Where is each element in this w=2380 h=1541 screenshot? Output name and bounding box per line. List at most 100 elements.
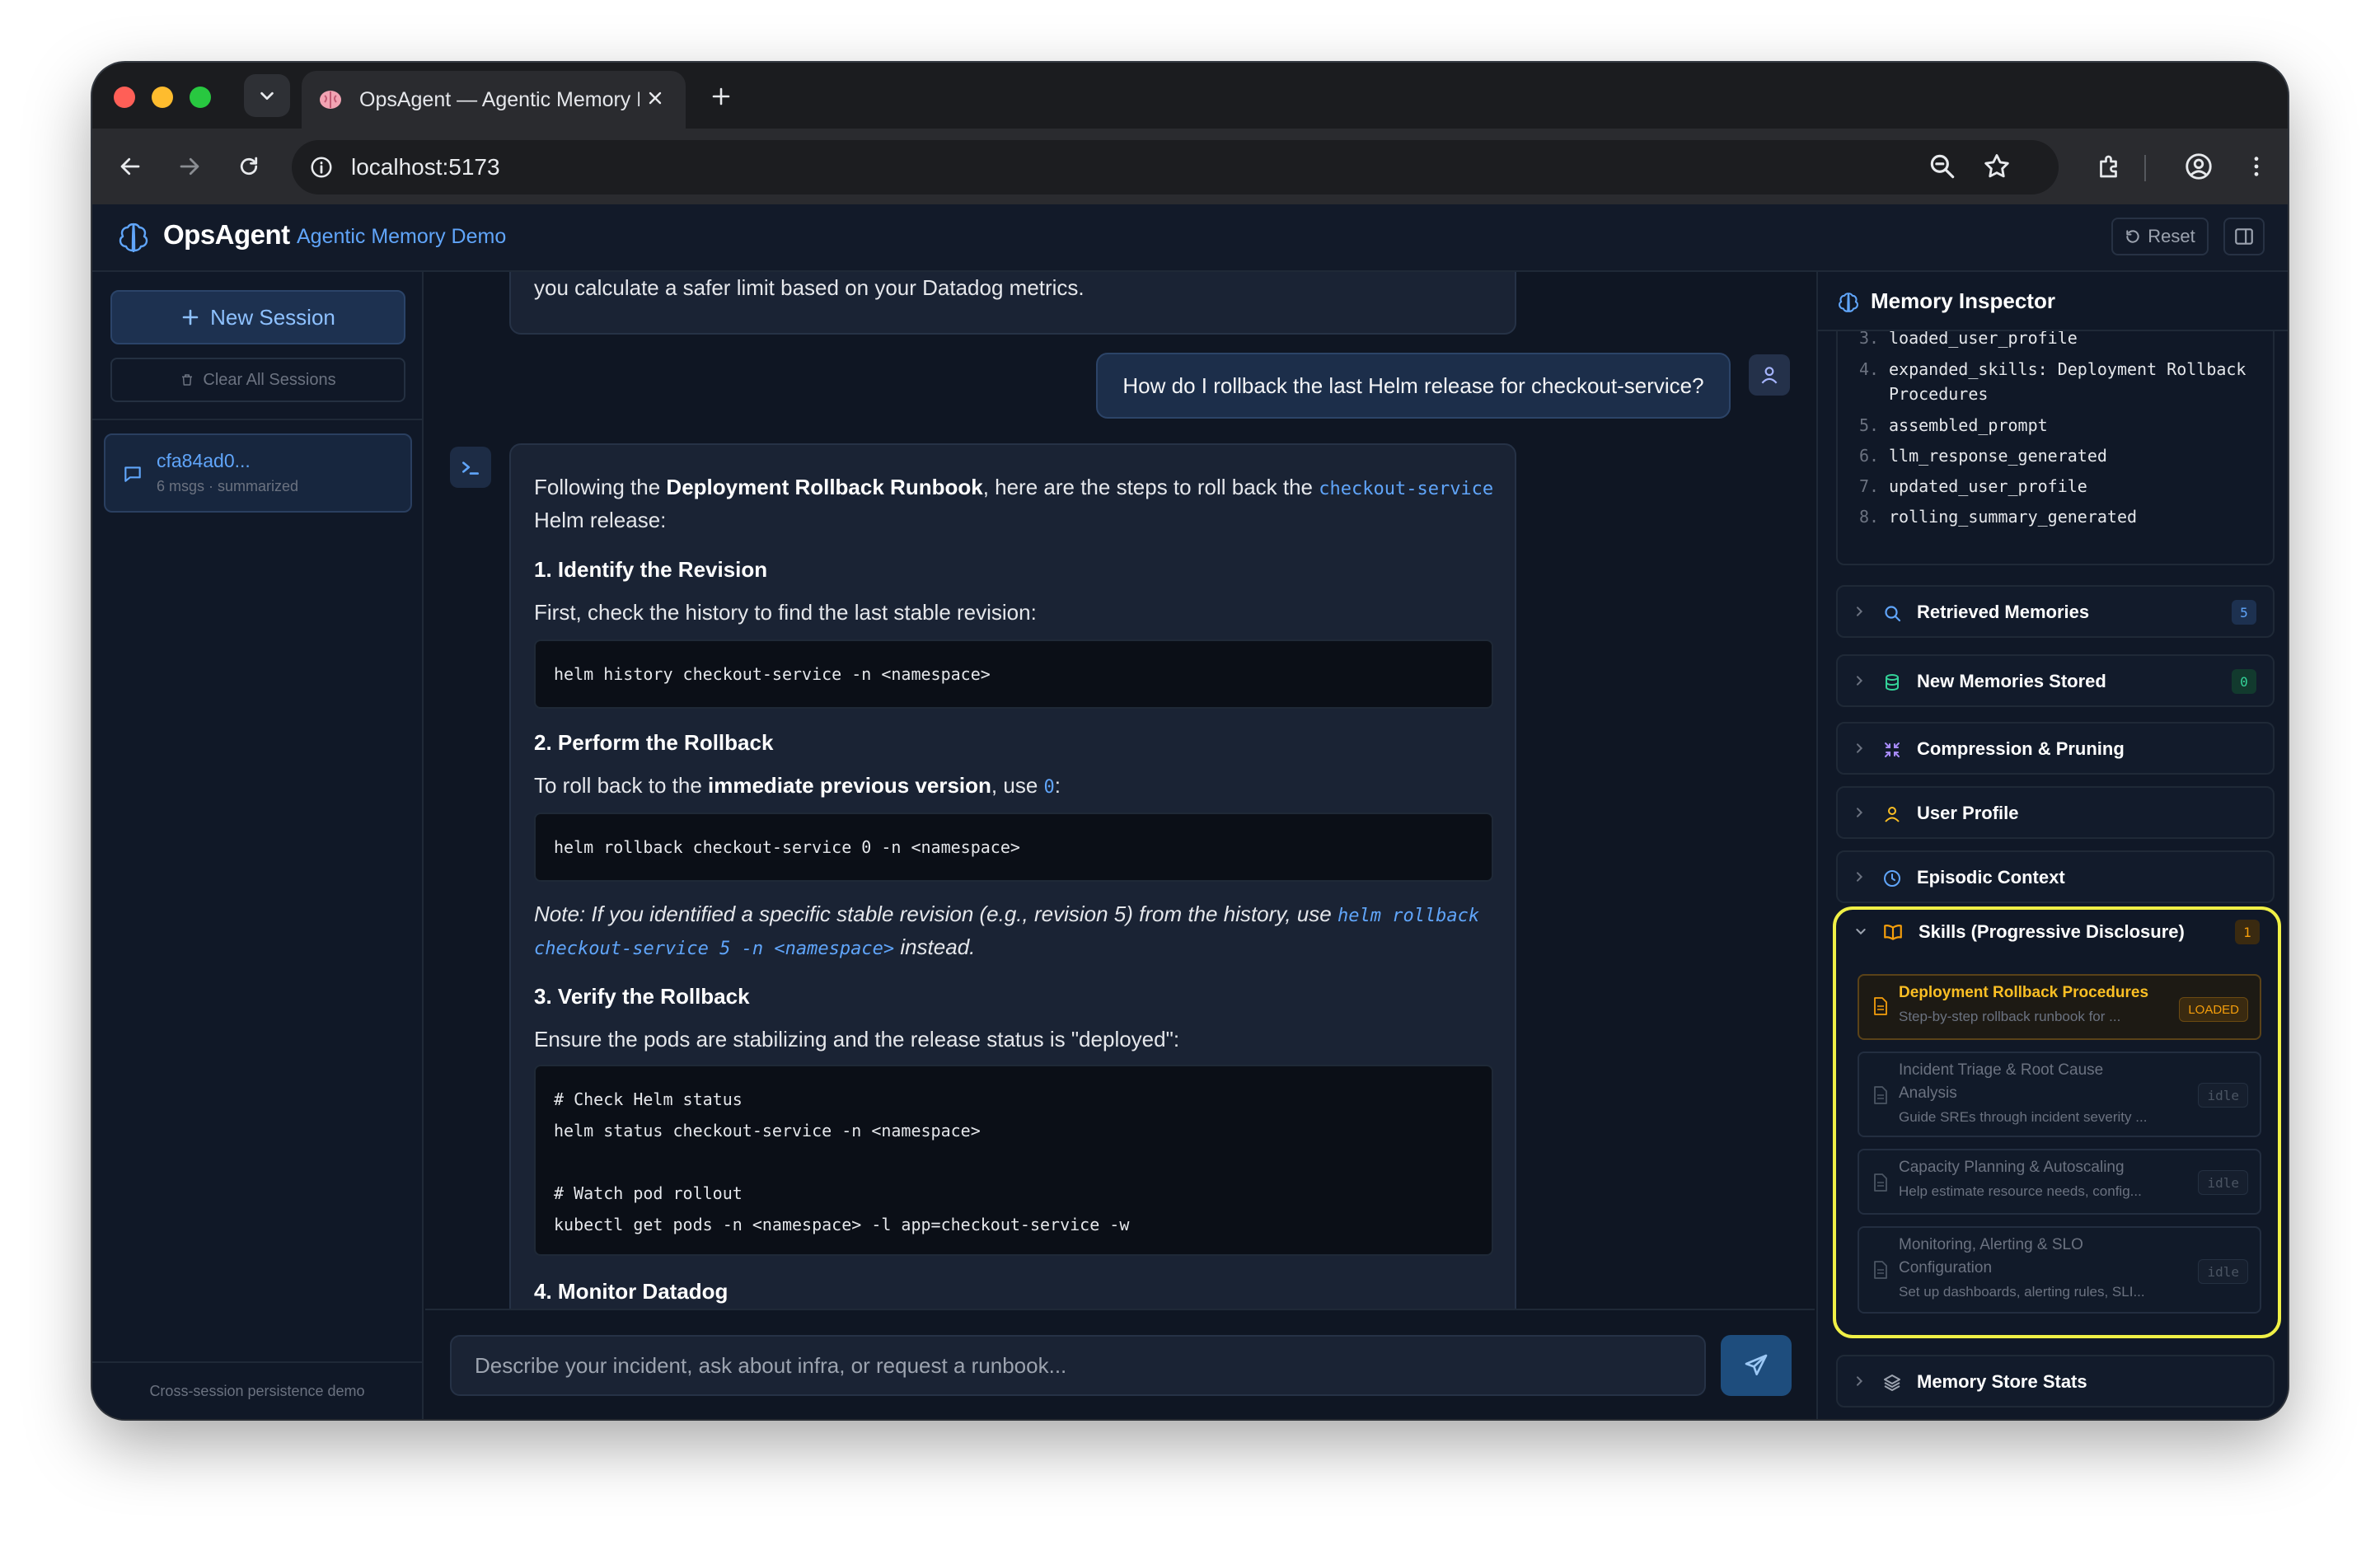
minimize-window-button[interactable] <box>152 87 173 108</box>
step-4-heading: 4. Monitor Datadog <box>534 1279 729 1304</box>
section-memory-store-stats[interactable]: Memory Store Stats <box>1836 1355 2275 1408</box>
code-line: helm rollback checkout-service 0 -n <nam… <box>554 837 1020 857</box>
brand-subtitle: Agentic Memory Demo <box>297 225 507 248</box>
step-1-text: First, check the history to find the las… <box>534 600 1037 625</box>
chevron-right-icon <box>1857 808 1863 817</box>
extensions-icon[interactable] <box>2090 147 2129 186</box>
new-session-button[interactable]: New Session <box>110 290 405 344</box>
code-line: # Check Helm status <box>554 1089 743 1109</box>
composer: Describe your incident, ask about infra,… <box>425 1309 1815 1419</box>
clear-all-sessions-button[interactable]: Clear All Sessions <box>110 358 405 402</box>
inline-code: 0 <box>1043 777 1055 798</box>
skill-card[interactable]: Capacity Planning & Autoscaling Help est… <box>1858 1149 2261 1215</box>
session-id: cfa84ad0... <box>157 450 251 471</box>
browser-window: OpsAgent — Agentic Memory Demo localhost… <box>92 63 2288 1419</box>
skill-card-loaded[interactable]: Deployment Rollback Procedures Step-by-s… <box>1858 974 2261 1040</box>
brain-icon <box>1839 293 1858 312</box>
skill-card[interactable]: Monitoring, Alerting & SLO Configuration… <box>1858 1226 2261 1314</box>
step-2-text: To roll back to the immediate previous v… <box>534 773 1061 799</box>
sidebar-divider <box>92 419 422 420</box>
intro-bold: Deployment Rollback Runbook <box>666 475 983 499</box>
intro-text: Following the <box>534 475 667 499</box>
address-bar[interactable]: localhost:5173 <box>292 140 2059 194</box>
plus-icon <box>182 309 199 326</box>
reload-icon[interactable] <box>229 147 269 186</box>
section-retrieved-memories[interactable]: Retrieved Memories 5 <box>1836 585 2275 638</box>
back-icon[interactable] <box>110 147 150 186</box>
code-block[interactable]: helm rollback checkout-service 0 -n <nam… <box>534 813 1493 882</box>
status-badge: LOADED <box>2179 997 2248 1022</box>
new-session-label: New Session <box>210 304 335 330</box>
assistant-avatar <box>450 447 491 488</box>
chevron-right-icon <box>1857 1376 1863 1386</box>
skill-title-line-2: Configuration <box>1899 1259 1993 1276</box>
step-3-heading: 3. Verify the Rollback <box>534 984 750 1009</box>
user-message: How do I rollback the last Helm release … <box>1096 353 1731 419</box>
memory-inspector: 2.retrieved_5_memories 3.loaded_user_pro… <box>1816 272 2288 1419</box>
section-compression[interactable]: Compression & Pruning <box>1836 722 2275 775</box>
trace-step-number: 6. <box>1859 446 1880 466</box>
skills-chevron-down-icon[interactable] <box>1854 925 1867 942</box>
trace-step-label: llm_response_generated <box>1889 446 2107 466</box>
site-info-icon[interactable] <box>305 151 338 184</box>
profile-icon[interactable] <box>2179 147 2218 186</box>
file-text-icon <box>1874 1086 1887 1104</box>
search-icon <box>1885 606 1901 622</box>
trace-step: Procedures <box>1859 384 1988 404</box>
send-button[interactable] <box>1721 1335 1792 1396</box>
rotate-ccw-icon <box>2126 230 2139 243</box>
section-episodic-context[interactable]: Episodic Context <box>1836 850 2275 903</box>
skills-label[interactable]: Skills (Progressive Disclosure) <box>1919 921 2185 943</box>
toggle-panel-button[interactable] <box>2223 218 2265 255</box>
inspector-title: Memory Inspector <box>1871 288 2055 313</box>
new-tab-icon[interactable] <box>702 77 740 115</box>
code-block[interactable]: helm history checkout-service -n <namesp… <box>534 639 1493 709</box>
trace-step-label: rolling_summary_generated <box>1889 507 2138 527</box>
skill-description: Help estimate resource needs, config... <box>1899 1183 2142 1199</box>
app-root: OpsAgent Agentic Memory Demo Reset New S… <box>92 204 2288 1419</box>
chat-input[interactable]: Describe your incident, ask about infra,… <box>450 1335 1706 1396</box>
step-2-heading: 2. Perform the Rollback <box>534 730 774 755</box>
browser-toolbar: localhost:5173 <box>92 129 2288 204</box>
sessions-sidebar: New Session Clear All Sessions cfa84ad0.… <box>92 272 424 1419</box>
section-user-profile[interactable]: User Profile <box>1836 786 2275 839</box>
zoom-icon[interactable] <box>1927 151 1958 186</box>
code-block[interactable]: # Check Helm status helm status checkout… <box>534 1065 1493 1256</box>
forward-icon[interactable] <box>170 147 209 186</box>
trace-step: 7. updated_user_profile <box>1859 476 2087 496</box>
note-line-2: checkout-service 5 -n <namespace> instea… <box>534 934 975 960</box>
close-tab-icon[interactable] <box>643 86 668 110</box>
chevron-right-icon <box>1857 607 1863 616</box>
intro-line: Following the Deployment Rollback Runboo… <box>534 475 1493 500</box>
note-line-1: Note: If you identified a specific stabl… <box>534 902 1479 927</box>
pipeline-trace: 2.retrieved_5_memories 3.loaded_user_pro… <box>1836 298 2275 565</box>
step-3-text: Ensure the pods are stabilizing and the … <box>534 1027 1180 1052</box>
trace-step-number: 5. <box>1859 415 1880 435</box>
book-open-icon <box>1884 925 1902 940</box>
close-window-button[interactable] <box>114 87 135 108</box>
trace-step-label: expanded_skills: Deployment Rollback <box>1889 359 2246 379</box>
skill-title-line-2: Analysis <box>1899 1084 1957 1102</box>
skill-description: Step-by-step rollback runbook for ... <box>1899 1009 2121 1024</box>
browser-menu-icon[interactable] <box>2237 147 2276 186</box>
browser-tab[interactable]: OpsAgent — Agentic Memory Demo <box>302 71 686 129</box>
inspector-header: Memory Inspector <box>1818 272 2288 331</box>
trace-step-number: 7. <box>1859 476 1880 496</box>
user-icon <box>1885 807 1900 822</box>
bookmark-star-icon[interactable] <box>1981 151 2012 186</box>
section-new-memories[interactable]: New Memories Stored 0 <box>1836 654 2275 707</box>
message-square-icon <box>124 466 141 482</box>
note-text-2: instead. <box>894 934 976 959</box>
maximize-window-button[interactable] <box>190 87 211 108</box>
clock-icon <box>1884 870 1900 887</box>
reset-button[interactable]: Reset <box>2111 218 2209 255</box>
message-text: you calculate a safer limit based on you… <box>534 275 1085 300</box>
skill-card[interactable]: Incident Triage & Root Cause Analysis Gu… <box>1858 1052 2261 1137</box>
code-line: kubectl get pods -n <namespace> -l app=c… <box>554 1215 1130 1234</box>
tab-search-button[interactable] <box>244 74 290 117</box>
session-item[interactable]: cfa84ad0... 6 msgs · summarized <box>104 433 412 513</box>
skill-title: Incident Triage & Root Cause <box>1899 1061 2104 1079</box>
trace-step-label: updated_user_profile <box>1889 476 2087 496</box>
section-label: User Profile <box>1917 803 2019 823</box>
skill-title: Deployment Rollback Procedures <box>1899 984 2149 1001</box>
